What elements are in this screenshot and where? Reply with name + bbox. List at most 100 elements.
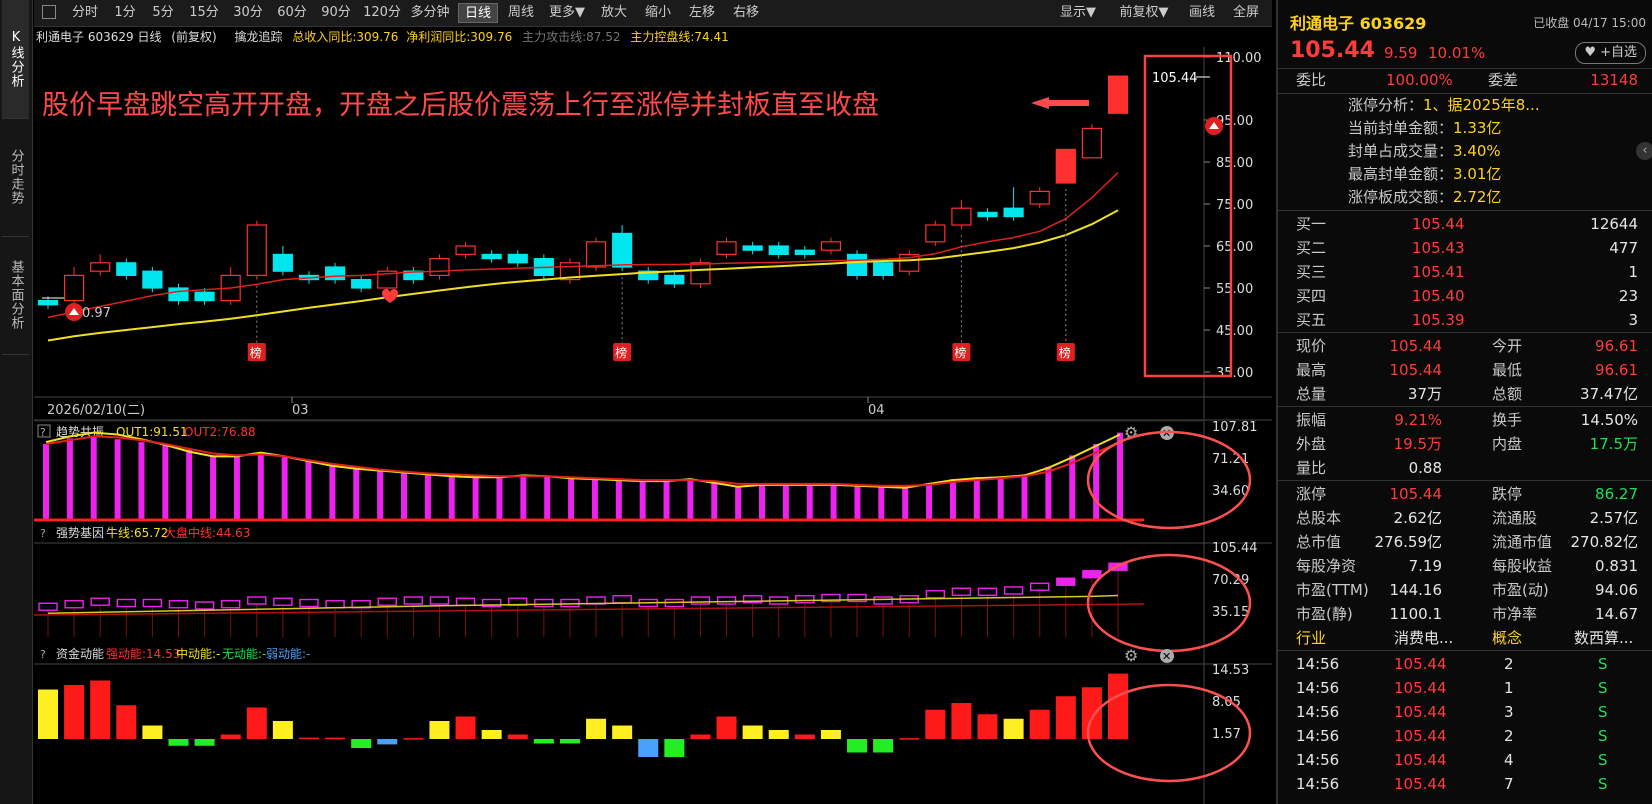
candle-body (768, 245, 789, 255)
tick-row: 14:56 105.44 4 S (1296, 751, 1608, 769)
panel2-bar (690, 596, 711, 605)
more-periods-dropdown[interactable]: 更多▼ (544, 3, 590, 23)
panel1-bar (1069, 455, 1076, 520)
checkbox-icon[interactable] (42, 5, 56, 19)
panel3-bar (429, 721, 450, 739)
candle-body (194, 291, 215, 302)
tick-row: 14:56 105.44 2 S (1296, 727, 1608, 745)
period-5min-button[interactable]: 5分 (146, 3, 180, 23)
panel3-bar (507, 734, 528, 739)
candle-body (507, 253, 528, 264)
panel2-bar (977, 587, 998, 596)
adjust-dropdown[interactable]: 前复权▼ (1112, 3, 1176, 23)
tab-fundamental-analysis[interactable]: 基本面分析 (2, 236, 29, 355)
panel1-bar (43, 444, 49, 520)
candle-body (116, 262, 137, 277)
period-30min-button[interactable]: 30分 (228, 3, 268, 23)
period-1min-button[interactable]: 1分 (108, 3, 142, 23)
panel3-bar (194, 739, 215, 746)
period-weekly-button[interactable]: 周线 (502, 3, 540, 23)
period-90min-button[interactable]: 90分 (316, 3, 356, 23)
panel3-bar (481, 730, 502, 739)
panel1-bar (902, 486, 909, 520)
candle-body (1081, 127, 1103, 159)
panel2-bar (273, 597, 293, 606)
current-price: 105.44 (1290, 38, 1375, 63)
collapse-chevron-icon[interactable]: ‹ (1636, 142, 1652, 160)
market-status: 已收盘 04/17 15:00 (1533, 16, 1646, 30)
candle-body (951, 207, 972, 226)
candle-body (873, 262, 894, 277)
panel1-bar (66, 438, 73, 520)
indicator-info-bar: 利通电子 603629 日线 (前复权) 擒龙追踪 总收入同比:309.76 净… (36, 27, 1272, 47)
panel2-bar (560, 598, 580, 608)
price-axis-tick-label: 110.00 (1216, 51, 1262, 66)
industry-row[interactable]: 行业 消费电... 概念 数西算... (1278, 626, 1652, 650)
panel3-bar (64, 685, 85, 739)
period-60min-button[interactable]: 60分 (272, 3, 312, 23)
panel1-bar (568, 477, 575, 520)
tab-k-line-analysis[interactable]: K线分析 (2, 0, 29, 119)
profit-yoy: 净利润同比:309.76 (406, 30, 513, 44)
panel1-bar (90, 436, 97, 520)
panel3-bar (455, 716, 476, 739)
panel2-bar (1003, 586, 1024, 595)
kline-chart-area[interactable]: 110.0095.0085.0075.0065.0055.0045.0035.0… (34, 47, 1272, 804)
panel3-bar (768, 730, 789, 739)
display-dropdown[interactable]: 显示▼ (1052, 3, 1104, 23)
panel3-bar (1003, 718, 1024, 739)
panel3-bar (377, 739, 398, 745)
bid-level-4: 买四 105.40 23 (1296, 287, 1638, 305)
annotation-arrow-icon (1031, 97, 1089, 109)
panel1-bar (878, 485, 885, 520)
panel3-bar (298, 737, 319, 740)
tab-intraday-trend[interactable]: 分时走势 (2, 118, 29, 237)
period-120min-button[interactable]: 120分 (360, 3, 404, 23)
zoom-out-button[interactable]: 缩小 (638, 3, 678, 23)
period-intraday-button[interactable]: 分时 (66, 3, 104, 23)
panel1-bar (591, 478, 598, 520)
candle-body (820, 241, 842, 251)
fullscreen-button[interactable]: 全屏 (1228, 3, 1264, 23)
candle-body (63, 274, 85, 302)
price-axis-tick-label: 75.00 (1216, 198, 1253, 213)
revenue-yoy: 总收入同比:309.76 (292, 30, 399, 44)
zoom-in-button[interactable]: 放大 (594, 3, 634, 23)
candle-body (429, 258, 450, 277)
period-daily-button[interactable]: 日线 (458, 3, 498, 23)
candle-body (37, 300, 59, 306)
panel1-red-line (45, 435, 1121, 487)
panel3-bar (142, 725, 163, 739)
price-axis-tick-label: 45.00 (1216, 324, 1253, 339)
candle-body (846, 253, 868, 276)
panel1-bar (997, 476, 1004, 520)
panel3-bar (1081, 687, 1102, 739)
candle-body (742, 245, 763, 251)
panel3-bar (716, 716, 737, 739)
panel3-help-icon[interactable]: ? (40, 648, 46, 661)
panel1-bar (138, 442, 145, 520)
panel2-bar (90, 597, 110, 606)
panel2-bar (429, 596, 450, 605)
panel3-bar (638, 739, 659, 757)
pan-left-button[interactable]: 左移 (682, 3, 722, 23)
period-15min-button[interactable]: 15分 (184, 3, 224, 23)
panel1-bar (639, 480, 646, 520)
main-attack-line: 主力攻击线:87.52 (522, 30, 621, 44)
stock-title: 利通电子 603629 (1290, 14, 1427, 33)
draw-line-button[interactable]: 画线 (1184, 3, 1220, 23)
heart-marker-icon (382, 289, 398, 303)
limit-up-analysis[interactable]: 涨停分析：1、据2025年8... 当前封单金额：1.33亿 封单占成交量：3.… (1348, 94, 1648, 209)
add-watchlist-button[interactable]: ♥ +自选 (1575, 42, 1646, 64)
price-axis-tick-label: 85.00 (1216, 156, 1253, 171)
panel1-help-icon[interactable]: ? (40, 426, 46, 439)
indicator-name[interactable]: 擒龙追踪 (234, 30, 282, 44)
panel3-settings-icon[interactable]: ⚙ (1124, 646, 1138, 665)
panel2-bar (534, 598, 554, 608)
panel2-help-icon[interactable]: ? (40, 527, 46, 540)
period-multi-min-button[interactable]: 多分钟 (408, 3, 452, 23)
pan-right-button[interactable]: 右移 (726, 3, 766, 23)
bang-marker-label: 榜 (615, 345, 627, 360)
panel2-bar (716, 596, 737, 605)
panel2-tick-top: 105.44 (1212, 541, 1258, 556)
